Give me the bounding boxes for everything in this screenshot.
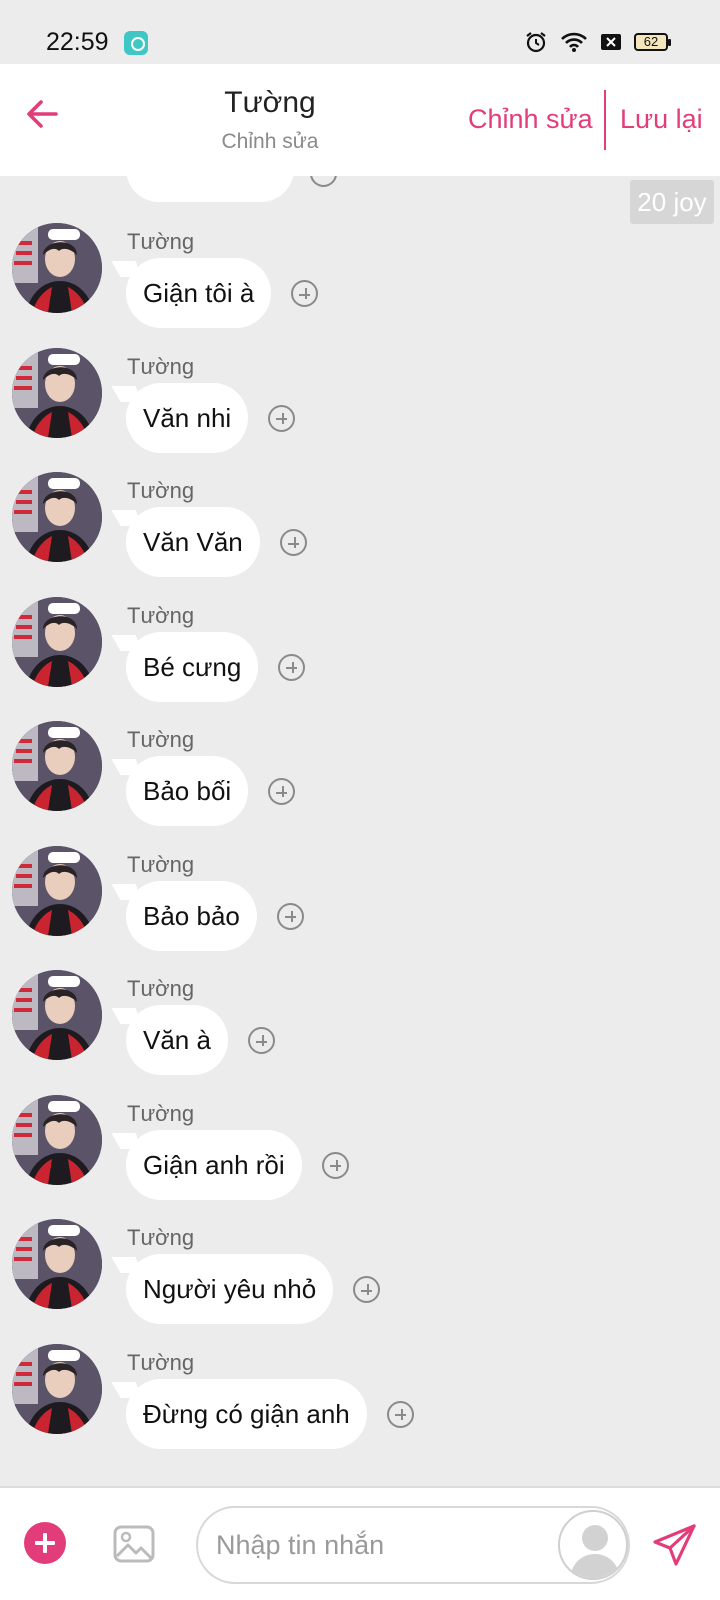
message-row: Tường Bảo bảo bbox=[0, 845, 720, 973]
avatar[interactable] bbox=[12, 845, 102, 936]
avatar[interactable] bbox=[12, 1219, 102, 1309]
bubble-wrap: Văn nhi bbox=[126, 382, 295, 453]
sender-avatar-picker[interactable] bbox=[558, 1510, 628, 1580]
bubble-wrap: Bảo bảo bbox=[126, 880, 304, 951]
sender-name: Tường bbox=[127, 1100, 195, 1126]
bubble-wrap: Bảo bối bbox=[126, 756, 295, 826]
send-icon[interactable] bbox=[652, 1522, 698, 1568]
avatar-photo bbox=[12, 223, 102, 313]
status-icons: 62 bbox=[524, 30, 671, 54]
image-icon[interactable] bbox=[112, 1522, 156, 1566]
header-subtitle: Chỉnh sửa bbox=[221, 130, 319, 153]
message-bubble[interactable]: Bảo bối bbox=[126, 756, 249, 826]
wifi-icon bbox=[561, 32, 587, 52]
avatar[interactable] bbox=[12, 1094, 102, 1185]
bubble-wrap: Đừng có giận anh bbox=[126, 1378, 414, 1449]
partial-add-icon bbox=[310, 176, 337, 187]
avatar-photo bbox=[12, 347, 102, 438]
message-bubble[interactable]: Người yêu nhỏ bbox=[126, 1254, 334, 1324]
add-reply-icon[interactable] bbox=[353, 1276, 380, 1303]
message-row: Tường Văn Văn bbox=[0, 472, 720, 599]
avatar-photo bbox=[12, 1219, 102, 1309]
sender-name: Tường bbox=[127, 727, 195, 752]
message-row: Tường Văn à bbox=[0, 970, 720, 1097]
sender-name: Tường bbox=[127, 602, 195, 628]
message-row: Tường Bảo bối bbox=[0, 721, 720, 848]
bubble-wrap: Văn Văn bbox=[126, 507, 307, 577]
message-row: Tường Văn nhi bbox=[0, 347, 720, 475]
edit-button[interactable]: Chỉnh sửa bbox=[468, 104, 593, 135]
back-arrow-icon[interactable] bbox=[22, 94, 62, 134]
joy-badge: 20 joy bbox=[630, 180, 714, 224]
chat-area[interactable]: 20 joy Tường Giận tôi à Tường Văn nhi Tường V… bbox=[0, 176, 720, 1486]
add-button[interactable] bbox=[24, 1522, 66, 1564]
avatar[interactable] bbox=[12, 347, 102, 438]
add-reply-icon[interactable] bbox=[278, 653, 305, 681]
bubble-wrap: Văn à bbox=[126, 1005, 275, 1075]
bubble-wrap: Giận tôi à bbox=[126, 258, 318, 328]
add-reply-icon[interactable] bbox=[268, 778, 295, 805]
alarm-icon bbox=[526, 32, 546, 53]
message-row: Tường Bé cưng bbox=[0, 596, 720, 724]
message-bubble[interactable]: Giận tôi à bbox=[126, 258, 272, 328]
header-divider bbox=[604, 90, 606, 150]
status-bar: 22:59 62 bbox=[0, 0, 720, 64]
sender-name: Tường bbox=[127, 229, 195, 254]
bubble-wrap: Bé cưng bbox=[126, 631, 305, 702]
avatar-photo bbox=[12, 970, 102, 1060]
message-bubble[interactable]: Giận anh rồi bbox=[126, 1129, 302, 1200]
message-row: Tường Đừng có giận anh bbox=[0, 1343, 720, 1471]
sender-name: Tường bbox=[127, 1225, 195, 1250]
avatar-photo bbox=[12, 472, 102, 562]
avatar-photo bbox=[12, 721, 102, 811]
composer-bar bbox=[0, 1486, 720, 1600]
sender-name: Tường bbox=[127, 851, 195, 877]
avatar-photo bbox=[12, 845, 102, 936]
sender-name: Tường bbox=[127, 478, 195, 503]
add-reply-icon[interactable] bbox=[268, 404, 295, 432]
no-sim-icon bbox=[601, 34, 621, 50]
battery-indicator: 62 bbox=[634, 33, 671, 51]
avatar[interactable] bbox=[12, 1343, 102, 1434]
avatar-photo bbox=[12, 596, 102, 687]
bubble-wrap: Người yêu nhỏ bbox=[126, 1254, 380, 1324]
add-reply-icon[interactable] bbox=[322, 1151, 349, 1179]
avatar[interactable] bbox=[12, 721, 102, 811]
avatar[interactable] bbox=[12, 596, 102, 687]
add-reply-icon[interactable] bbox=[280, 529, 307, 556]
message-bubble[interactable]: Đừng có giận anh bbox=[126, 1378, 367, 1449]
avatar[interactable] bbox=[12, 472, 102, 562]
status-time: 22:59 bbox=[46, 28, 109, 56]
avatar-photo bbox=[12, 1343, 102, 1434]
add-reply-icon[interactable] bbox=[387, 1400, 414, 1428]
app-notification-icon bbox=[124, 31, 148, 55]
avatar-photo bbox=[12, 1094, 102, 1185]
avatar[interactable] bbox=[12, 970, 102, 1060]
message-bubble[interactable]: Bảo bảo bbox=[126, 880, 257, 951]
message-bubble[interactable]: Văn nhi bbox=[126, 382, 249, 453]
message-row: Tường Giận anh rồi bbox=[0, 1094, 720, 1222]
save-button[interactable]: Lưu lại bbox=[620, 104, 703, 135]
add-reply-icon[interactable] bbox=[277, 902, 304, 930]
contact-name: Tường bbox=[224, 86, 316, 119]
chat-header: Tường Chỉnh sửa Chỉnh sửa Lưu lại bbox=[0, 64, 720, 176]
add-reply-icon[interactable] bbox=[291, 280, 318, 307]
add-reply-icon[interactable] bbox=[248, 1027, 275, 1054]
message-bubble[interactable]: Bé cưng bbox=[126, 631, 259, 702]
sender-name: Tường bbox=[127, 976, 195, 1001]
message-row: Tường Giận tôi à bbox=[0, 223, 720, 350]
message-bubble[interactable]: Văn Văn bbox=[126, 507, 260, 577]
message-bubble[interactable]: Văn à bbox=[126, 1005, 228, 1075]
partial-message-bubble bbox=[126, 176, 294, 202]
bubble-wrap: Giận anh rồi bbox=[126, 1129, 349, 1200]
avatar[interactable] bbox=[12, 223, 102, 313]
message-row: Tường Người yêu nhỏ bbox=[0, 1219, 720, 1346]
sender-name: Tường bbox=[127, 1349, 195, 1375]
sender-name: Tường bbox=[127, 353, 195, 379]
